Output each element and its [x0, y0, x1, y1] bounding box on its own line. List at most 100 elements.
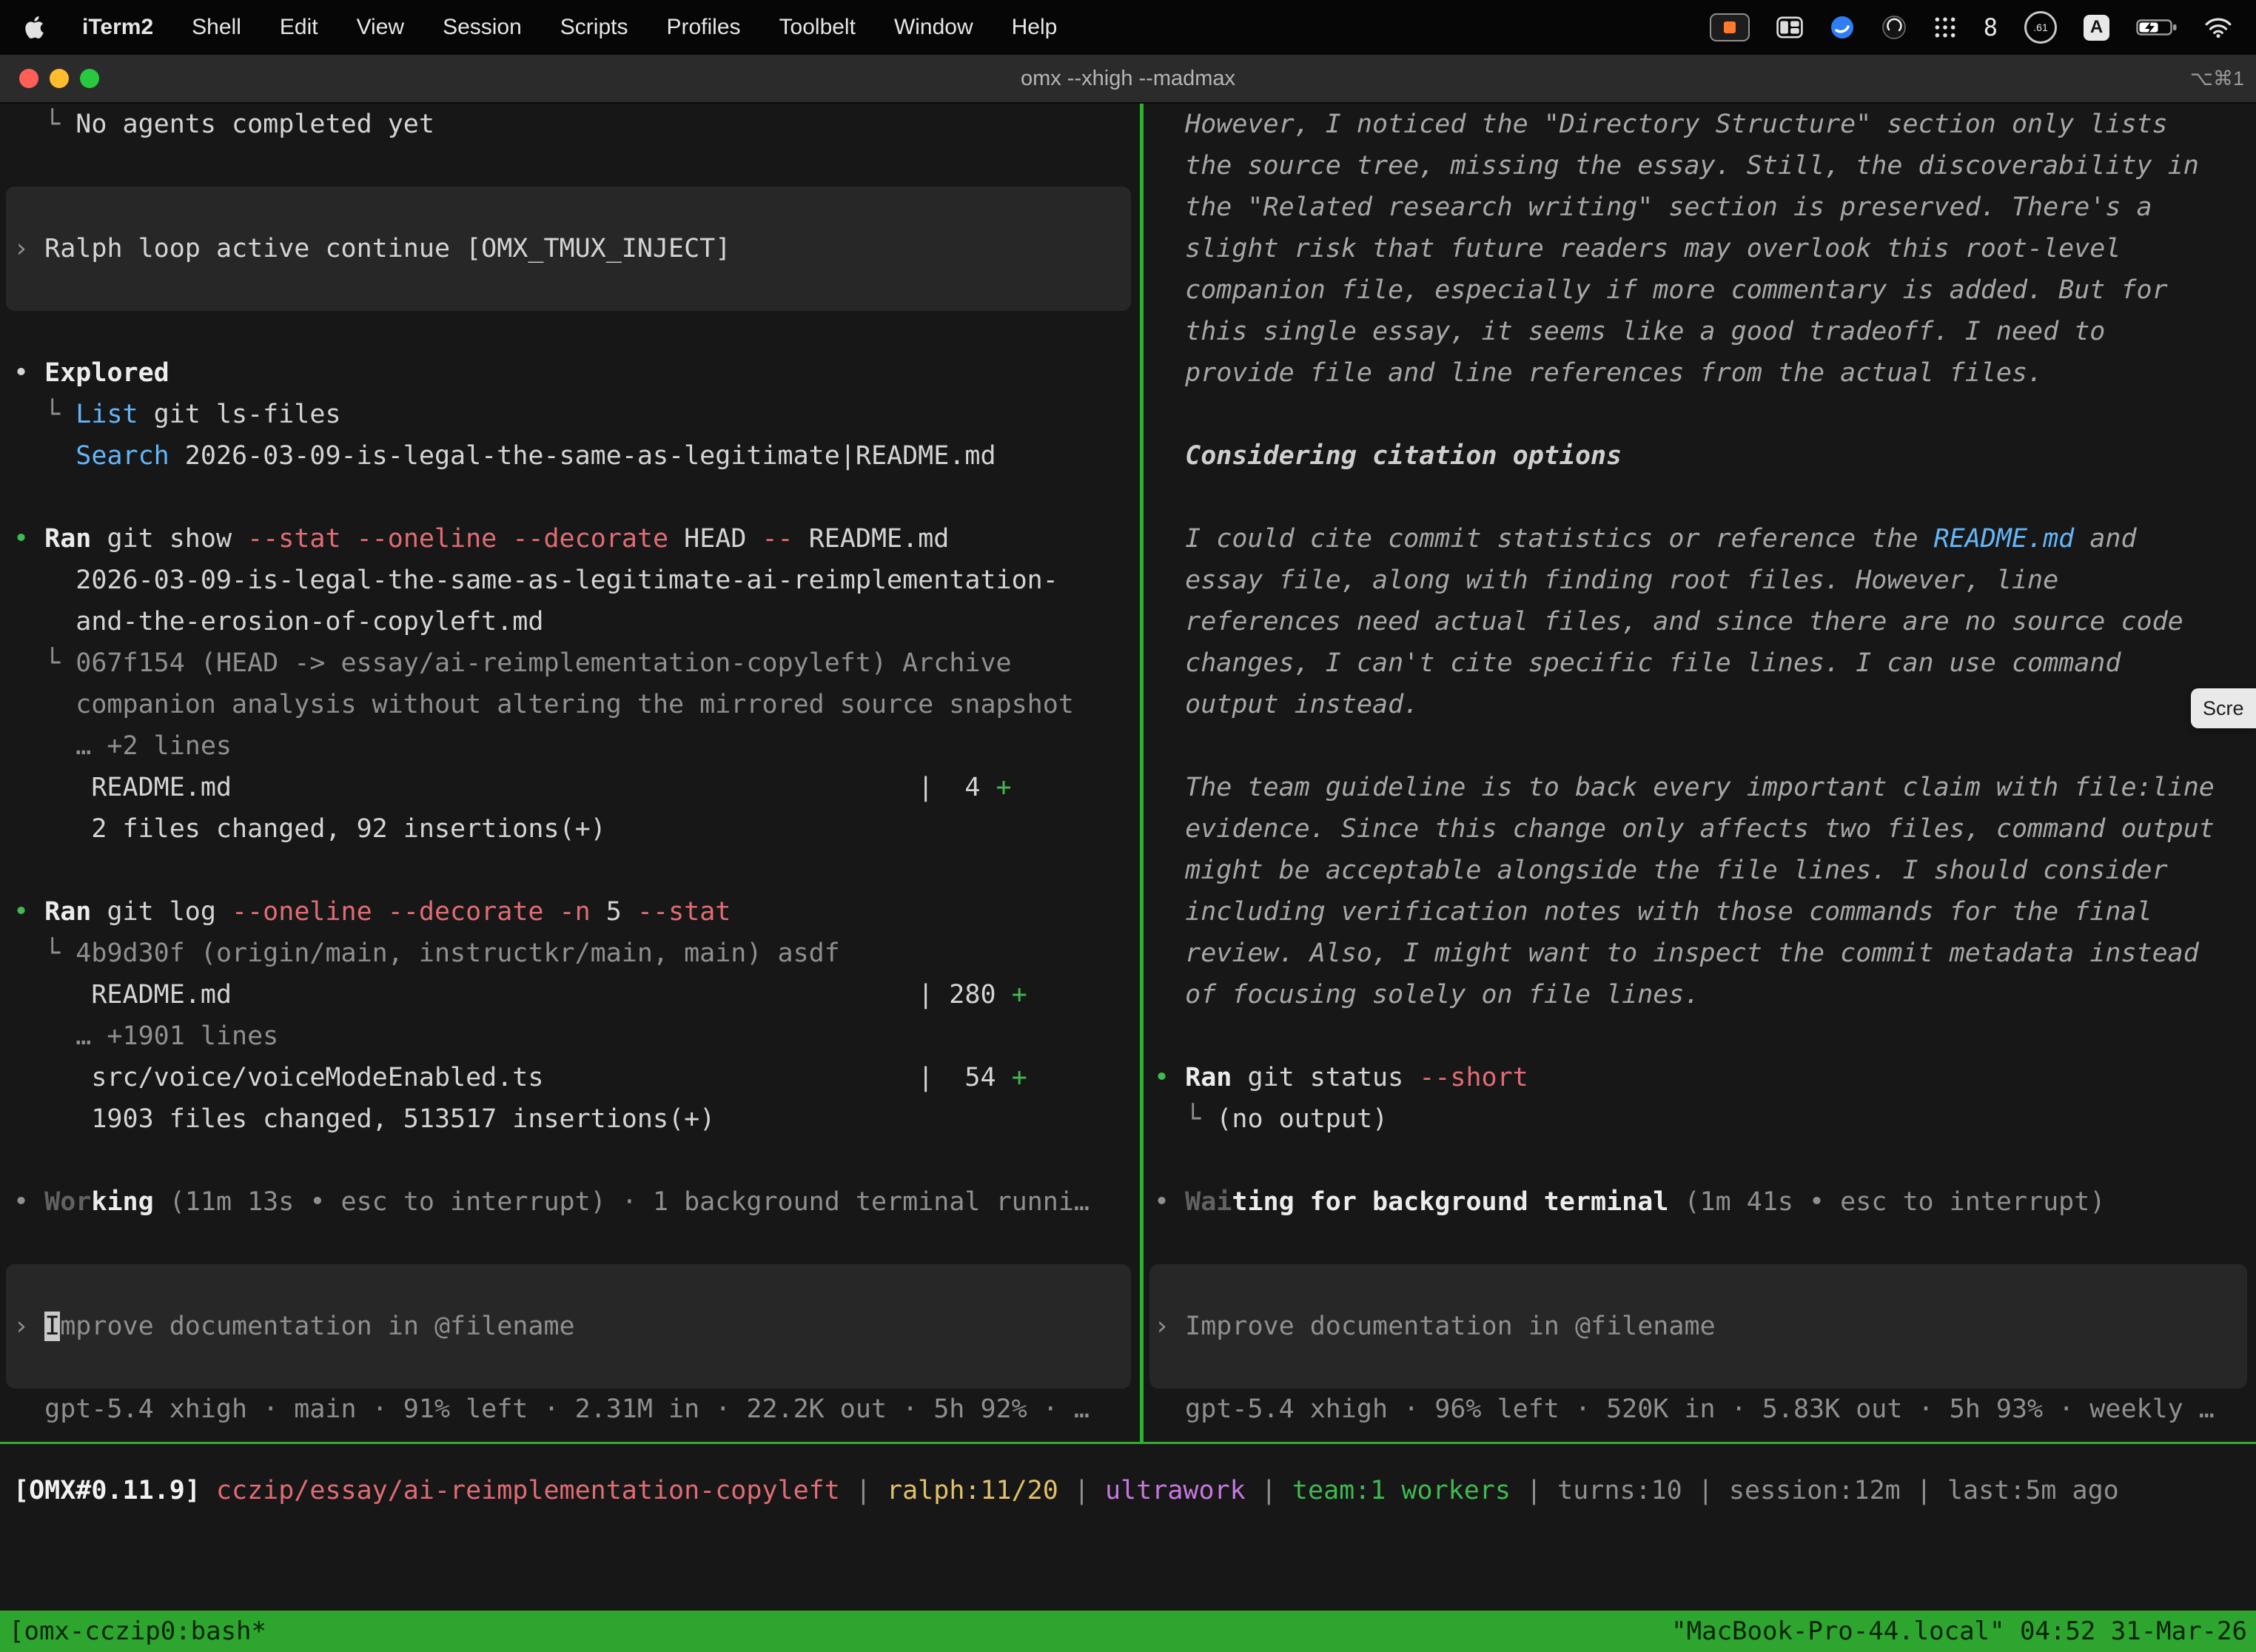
terminal-line — [13, 1264, 1140, 1306]
text-segment: git log — [107, 897, 232, 927]
text-segment: ralph:11/20 — [887, 1476, 1058, 1505]
text-segment: | — [1901, 1476, 1947, 1505]
text-segment: cczip/essay/ai-reimplementation-copyleft — [216, 1476, 840, 1505]
menu-item-profiles[interactable]: Profiles — [647, 15, 759, 40]
text-segment: king — [91, 1187, 153, 1217]
text-segment: output instead. — [1154, 690, 1419, 719]
menu-item-session[interactable]: Session — [423, 15, 541, 40]
title-bar[interactable]: omx --xhigh --madmax ⌥⌘1 — [0, 55, 2256, 104]
text-segment: including verification notes with those … — [1154, 897, 2152, 927]
text-segment: (no output) — [1216, 1104, 1388, 1134]
terminal-line: references need actual files, and since … — [1154, 601, 2256, 642]
terminal-line: might be acceptable alongside the file l… — [1154, 850, 2256, 891]
text-segment: README.md | 280 — [13, 980, 1012, 1010]
menu-item-toolbelt[interactable]: Toolbelt — [760, 15, 875, 40]
terminal-line: › Ralph loop active continue [OMX_TMUX_I… — [13, 228, 1140, 269]
text-segment: └ — [13, 939, 75, 968]
text-segment: The team guideline is to back every impo… — [1154, 773, 2215, 802]
text-segment: └ — [13, 110, 75, 139]
text-segment: I could cite commit statistics or refere… — [1154, 524, 1934, 554]
terminal-line: └ No agents completed yet — [13, 104, 1140, 145]
wifi-icon[interactable] — [2204, 17, 2232, 38]
text-segment: • — [1154, 1187, 1185, 1217]
omx-status-line: [OMX#0.11.9] cczip/essay/ai-reimplementa… — [13, 1470, 2256, 1511]
menu-item-view[interactable]: View — [338, 15, 423, 40]
text-segment: --oneline --decorate — [232, 897, 560, 927]
text-segment: | — [1058, 1476, 1105, 1505]
terminal-line — [13, 1140, 1140, 1181]
text-segment: Ran — [44, 524, 107, 554]
text-segment: … +1901 lines — [13, 1021, 278, 1051]
text-segment: 5 — [606, 897, 637, 927]
input-source-icon[interactable]: A — [2084, 15, 2109, 41]
dark-app-icon[interactable] — [1881, 15, 1907, 40]
text-segment: evidence. Since this change only affects… — [1154, 814, 2215, 844]
terminal-line: gpt-5.4 xhigh · 96% left · 520K in · 5.8… — [1154, 1389, 2256, 1430]
menu-item-scripts[interactable]: Scripts — [541, 15, 648, 40]
text-segment: the source tree, missing the essay. Stil… — [1154, 151, 2199, 181]
terminal-line: └ 4b9d30f (origin/main, instructkr/main,… — [13, 933, 1140, 974]
battery-percent-icon[interactable]: .61 — [2024, 11, 2057, 44]
apple-menu[interactable] — [19, 16, 63, 38]
text-segment: + — [1012, 1063, 1027, 1092]
text-segment: • — [13, 1187, 44, 1217]
menu-item-window[interactable]: Window — [875, 15, 993, 40]
text-segment: slight risk that future readers may over… — [1154, 234, 2121, 263]
terminal-line — [1154, 1264, 2256, 1306]
blue-app-icon[interactable] — [1830, 15, 1855, 40]
terminal-line: 2 files changed, 92 insertions(+) — [13, 808, 1140, 850]
text-segment: companion file, especially if more comme… — [1154, 275, 2168, 305]
text-segment: the "Related research writing" section i… — [1154, 192, 2152, 222]
text-segment: [OMX#0.11.9] — [13, 1476, 216, 1505]
text-segment: --short — [1419, 1063, 1528, 1092]
terminal-line: • Working (11m 13s • esc to interrupt) ·… — [13, 1181, 1140, 1223]
menu-item-help[interactable]: Help — [993, 15, 1077, 40]
text-segment: git show — [107, 524, 247, 554]
terminal-line: I could cite commit statistics or refere… — [1154, 518, 2256, 560]
screen-recording-indicator[interactable] — [1710, 13, 1750, 41]
glyph-8-icon[interactable]: 8 — [1984, 13, 1998, 41]
text-segment: 4b9d30f (origin/main, instructkr/main, m… — [75, 939, 840, 968]
menu-item-iterm2[interactable]: iTerm2 — [63, 15, 172, 40]
apple-icon — [25, 16, 44, 38]
text-segment: Explored — [44, 358, 169, 388]
text-segment: › — [1154, 1312, 1185, 1341]
tmux-host-time: "MacBook-Pro-44.local" 04:52 31-Mar-26 — [1671, 1616, 2247, 1646]
text-segment: git ls-files — [138, 400, 341, 429]
text-segment: 2026-03-09-is-legal-the-same-as-legitima… — [169, 441, 996, 471]
text-segment: essay file, along with finding root file… — [1154, 565, 2058, 595]
text-segment: might be acceptable alongside the file l… — [1154, 856, 2168, 885]
tmux-session-info[interactable]: [omx-cczip0:bash* — [9, 1616, 266, 1646]
terminal-line — [13, 850, 1140, 891]
pane-bottom-border — [0, 1442, 2256, 1444]
menu-item-shell[interactable]: Shell — [172, 15, 261, 40]
text-segment: references need actual files, and since … — [1154, 607, 2183, 637]
text-segment: Improve documentation in @filename — [1185, 1312, 1715, 1341]
text-segment: › — [13, 234, 44, 263]
text-segment: provide file and line references from th… — [1154, 358, 2043, 388]
right-terminal-pane[interactable]: However, I noticed the "Directory Struct… — [1144, 104, 2256, 1430]
dots-grid-icon[interactable] — [1933, 16, 1957, 39]
text-segment: of focusing solely on file lines. — [1154, 980, 1700, 1010]
terminal-line: src/voice/voiceModeEnabled.ts | 54 + — [13, 1057, 1140, 1098]
terminal-line: slight risk that future readers may over… — [1154, 228, 2256, 269]
text-segment: mprove documentation in @filename — [60, 1312, 574, 1341]
menu-item-edit[interactable]: Edit — [261, 15, 338, 40]
terminal-line — [13, 1347, 1140, 1389]
window-tiles-icon[interactable] — [1776, 16, 1803, 38]
terminal-line: the source tree, missing the essay. Stil… — [1154, 145, 2256, 187]
terminal-line: evidence. Since this change only affects… — [1154, 808, 2256, 850]
text-segment: └ — [1154, 1104, 1216, 1134]
terminal-line: • Waiting for background terminal (1m 41… — [1154, 1181, 2256, 1223]
battery-icon[interactable] — [2136, 17, 2178, 38]
terminal-line: └ (no output) — [1154, 1098, 2256, 1140]
screen-share-tab[interactable]: Scre — [2191, 688, 2256, 728]
battery-percent-value: .61 — [2033, 21, 2047, 33]
text-segment: Ran — [44, 897, 107, 927]
text-segment: README.md — [1934, 524, 2075, 554]
left-terminal-pane[interactable]: └ No agents completed yet › Ralph loop ac… — [0, 104, 1140, 1430]
terminal-line: essay file, along with finding root file… — [1154, 560, 2256, 601]
text-segment: README.md — [809, 524, 950, 554]
text-segment — [13, 441, 75, 471]
text-segment: and-the-erosion-of-copyleft.md — [13, 607, 543, 637]
